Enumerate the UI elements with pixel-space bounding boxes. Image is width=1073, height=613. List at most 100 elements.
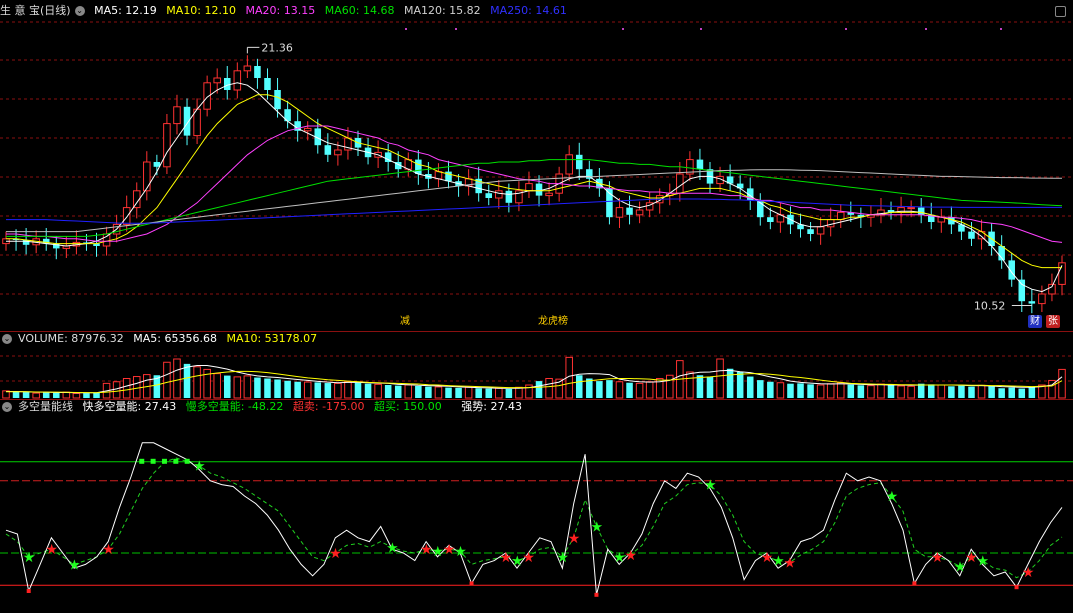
volume-bar — [686, 371, 694, 399]
volume-bar — [434, 386, 443, 399]
volume-bar — [354, 382, 362, 398]
volume-bar — [746, 376, 754, 398]
sell-star-icon: ★ — [977, 554, 990, 570]
stock-chart[interactable]: 21.3610.52★ ★★★★★ ★ ★★★★ ★★★ ★★★★★★★★★★★★★★★ — [0, 0, 1073, 613]
volume-bar — [958, 385, 965, 398]
candle — [264, 78, 271, 90]
candle — [434, 171, 443, 180]
ma-line-ma5 — [6, 82, 1063, 293]
volume-bar — [1028, 386, 1036, 398]
volume-bar — [425, 386, 432, 398]
oversell-mark — [26, 589, 31, 593]
volume-bar — [736, 372, 744, 398]
volume-bar — [324, 383, 332, 398]
buy-star-icon: ★ — [329, 546, 342, 562]
candle — [968, 231, 975, 239]
buy-star-icon: ★ — [931, 550, 944, 566]
volume-bar — [223, 375, 231, 398]
volume-bar — [183, 363, 191, 398]
volume-bar — [415, 385, 422, 398]
volume-bar — [596, 381, 603, 398]
volume-bar — [1008, 387, 1015, 398]
volume-bar — [626, 382, 633, 398]
volume-bar — [334, 382, 342, 399]
candle — [303, 127, 312, 132]
candle — [1038, 293, 1046, 305]
volume-bar — [505, 388, 513, 398]
oversell-mark — [469, 581, 474, 586]
volume-bar — [836, 382, 845, 399]
candle — [223, 78, 231, 90]
volume-bar — [988, 386, 995, 398]
volume-bar — [726, 368, 734, 398]
volume-bar — [1018, 388, 1026, 398]
volume-bar — [72, 392, 81, 399]
buy-star-icon: ★ — [522, 550, 535, 566]
candle — [505, 190, 513, 203]
volume-bar — [927, 384, 935, 398]
volume-bar — [42, 392, 50, 398]
candle — [243, 65, 252, 72]
volume-bar — [767, 381, 774, 398]
volume-bar — [635, 382, 644, 399]
volume-bar — [83, 393, 90, 398]
candle — [415, 159, 422, 174]
signal-dot — [455, 28, 457, 30]
buy-star-icon: ★ — [783, 556, 796, 572]
volume-bar — [12, 391, 20, 398]
candle — [626, 207, 633, 215]
volume-bar — [122, 378, 131, 399]
signal-dot — [405, 28, 407, 30]
sell-star-icon: ★ — [193, 459, 206, 475]
candle — [102, 233, 111, 247]
volume-bar — [303, 381, 312, 399]
volume-bar — [364, 383, 372, 398]
volume-bar — [998, 388, 1005, 398]
volume-bar — [545, 378, 553, 399]
volume-bar — [284, 380, 291, 398]
volume-bar — [867, 385, 875, 399]
volume-bar — [294, 381, 301, 398]
volume-bar — [404, 384, 413, 399]
candle — [143, 161, 151, 192]
candle — [173, 106, 181, 125]
candle — [836, 211, 845, 221]
buy-star-icon: ★ — [1022, 565, 1035, 581]
volume-bar — [535, 381, 543, 398]
candle — [615, 207, 624, 218]
volume-bar — [645, 381, 654, 399]
volume-bar — [445, 387, 452, 398]
oversell-mark — [594, 592, 599, 597]
candle — [545, 192, 553, 197]
signal-dot — [925, 28, 927, 30]
candle — [917, 207, 925, 215]
ma-line-ma10 — [6, 94, 1062, 269]
candle — [807, 229, 814, 234]
candle — [696, 159, 704, 170]
volume-bar — [475, 388, 482, 398]
volume-bar — [757, 380, 764, 398]
candle — [816, 226, 825, 235]
sell-star-icon: ★ — [704, 478, 717, 494]
volume-bar — [464, 386, 473, 399]
candle — [274, 90, 281, 110]
signal-dot — [700, 28, 702, 30]
sell-star-icon: ★ — [454, 544, 467, 560]
candle — [495, 190, 503, 199]
volume-bar — [173, 358, 181, 399]
volume-bar — [666, 374, 674, 399]
overbuy-mark — [173, 458, 179, 464]
buy-star-icon: ★ — [102, 542, 115, 558]
volume-bar — [112, 381, 121, 399]
volume-bar — [53, 392, 60, 398]
volume-bar — [716, 358, 724, 399]
overbuy-mark — [150, 458, 156, 464]
candle — [635, 209, 644, 216]
sell-star-icon: ★ — [23, 550, 36, 566]
volume-bar — [615, 381, 624, 399]
signal-dot — [845, 28, 847, 30]
candle — [163, 123, 171, 168]
volume-bar — [1058, 368, 1066, 399]
volume-bar — [877, 383, 885, 399]
candle — [213, 77, 221, 84]
